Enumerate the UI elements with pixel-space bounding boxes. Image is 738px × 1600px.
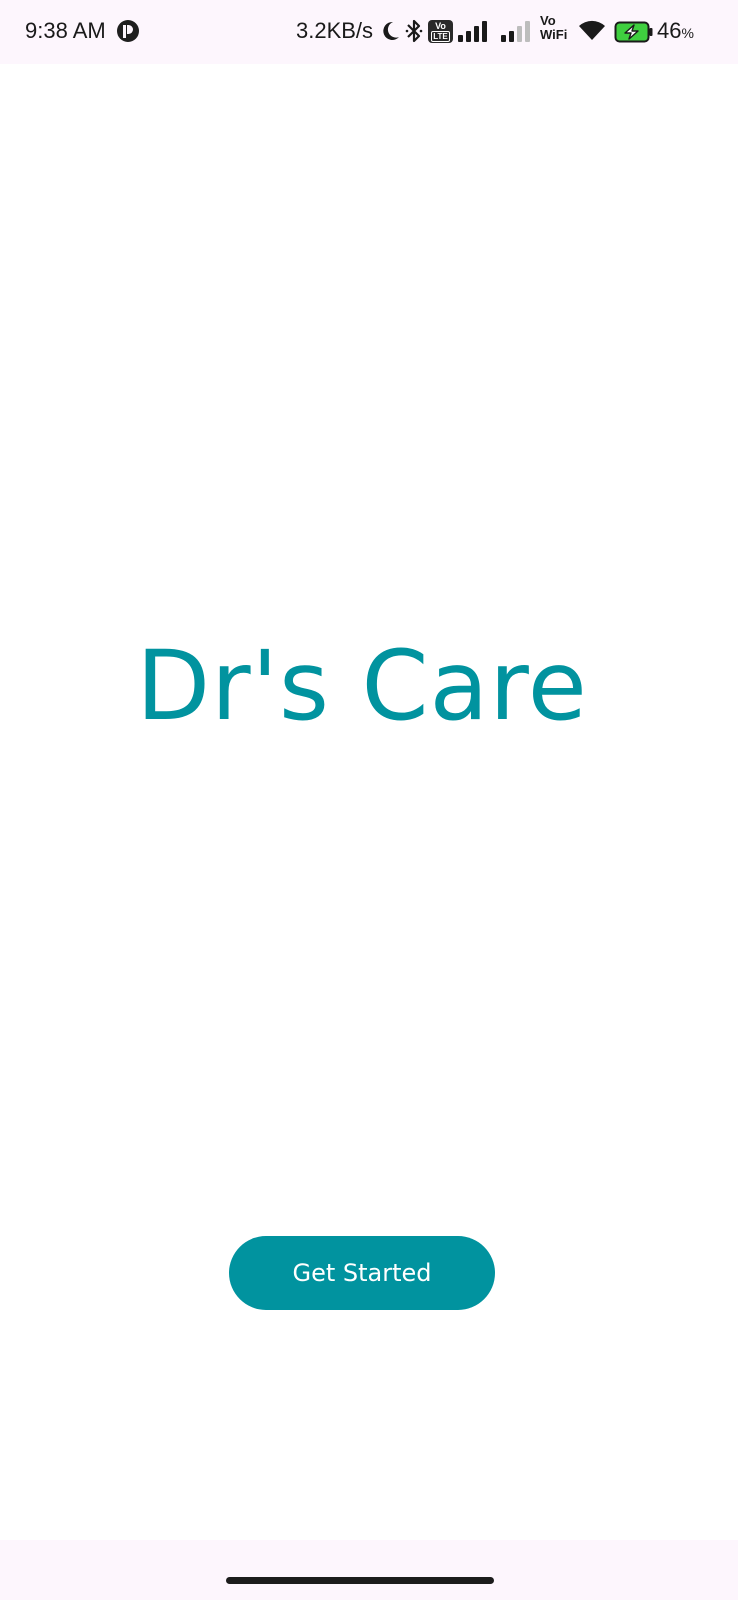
wifi-icon	[579, 20, 605, 40]
cellular-signal-icon-secondary	[501, 21, 530, 42]
navigation-bar	[0, 1540, 738, 1600]
do-not-disturb-moon-icon	[383, 21, 399, 40]
home-indicator[interactable]	[226, 1577, 494, 1584]
volte-icon: Vo LTE	[428, 20, 453, 43]
cellular-signal-icon	[458, 21, 487, 42]
volte-label-top: Vo	[435, 21, 446, 31]
battery-level-value: 46	[657, 18, 682, 43]
vowifi-icon: Vo WiFi	[540, 14, 572, 46]
get-started-button[interactable]: Get Started	[229, 1236, 495, 1310]
vowifi-label-top: Vo	[540, 13, 556, 28]
app-notification-icon	[117, 20, 139, 42]
vowifi-label-bottom: WiFi	[540, 27, 568, 42]
app-title: Dr's Care	[136, 630, 588, 743]
bluetooth-icon	[405, 19, 423, 43]
status-bar: 9:38 AM 3.2KB/s Vo LTE Vo WiFi 46%	[0, 0, 738, 64]
battery-level: 46%	[657, 18, 694, 46]
battery-charging-icon	[614, 21, 653, 43]
battery-level-unit: %	[681, 25, 694, 41]
status-time: 9:38 AM	[25, 18, 106, 43]
volte-label-bottom: LTE	[431, 31, 450, 42]
network-speed: 3.2KB/s	[296, 18, 374, 43]
